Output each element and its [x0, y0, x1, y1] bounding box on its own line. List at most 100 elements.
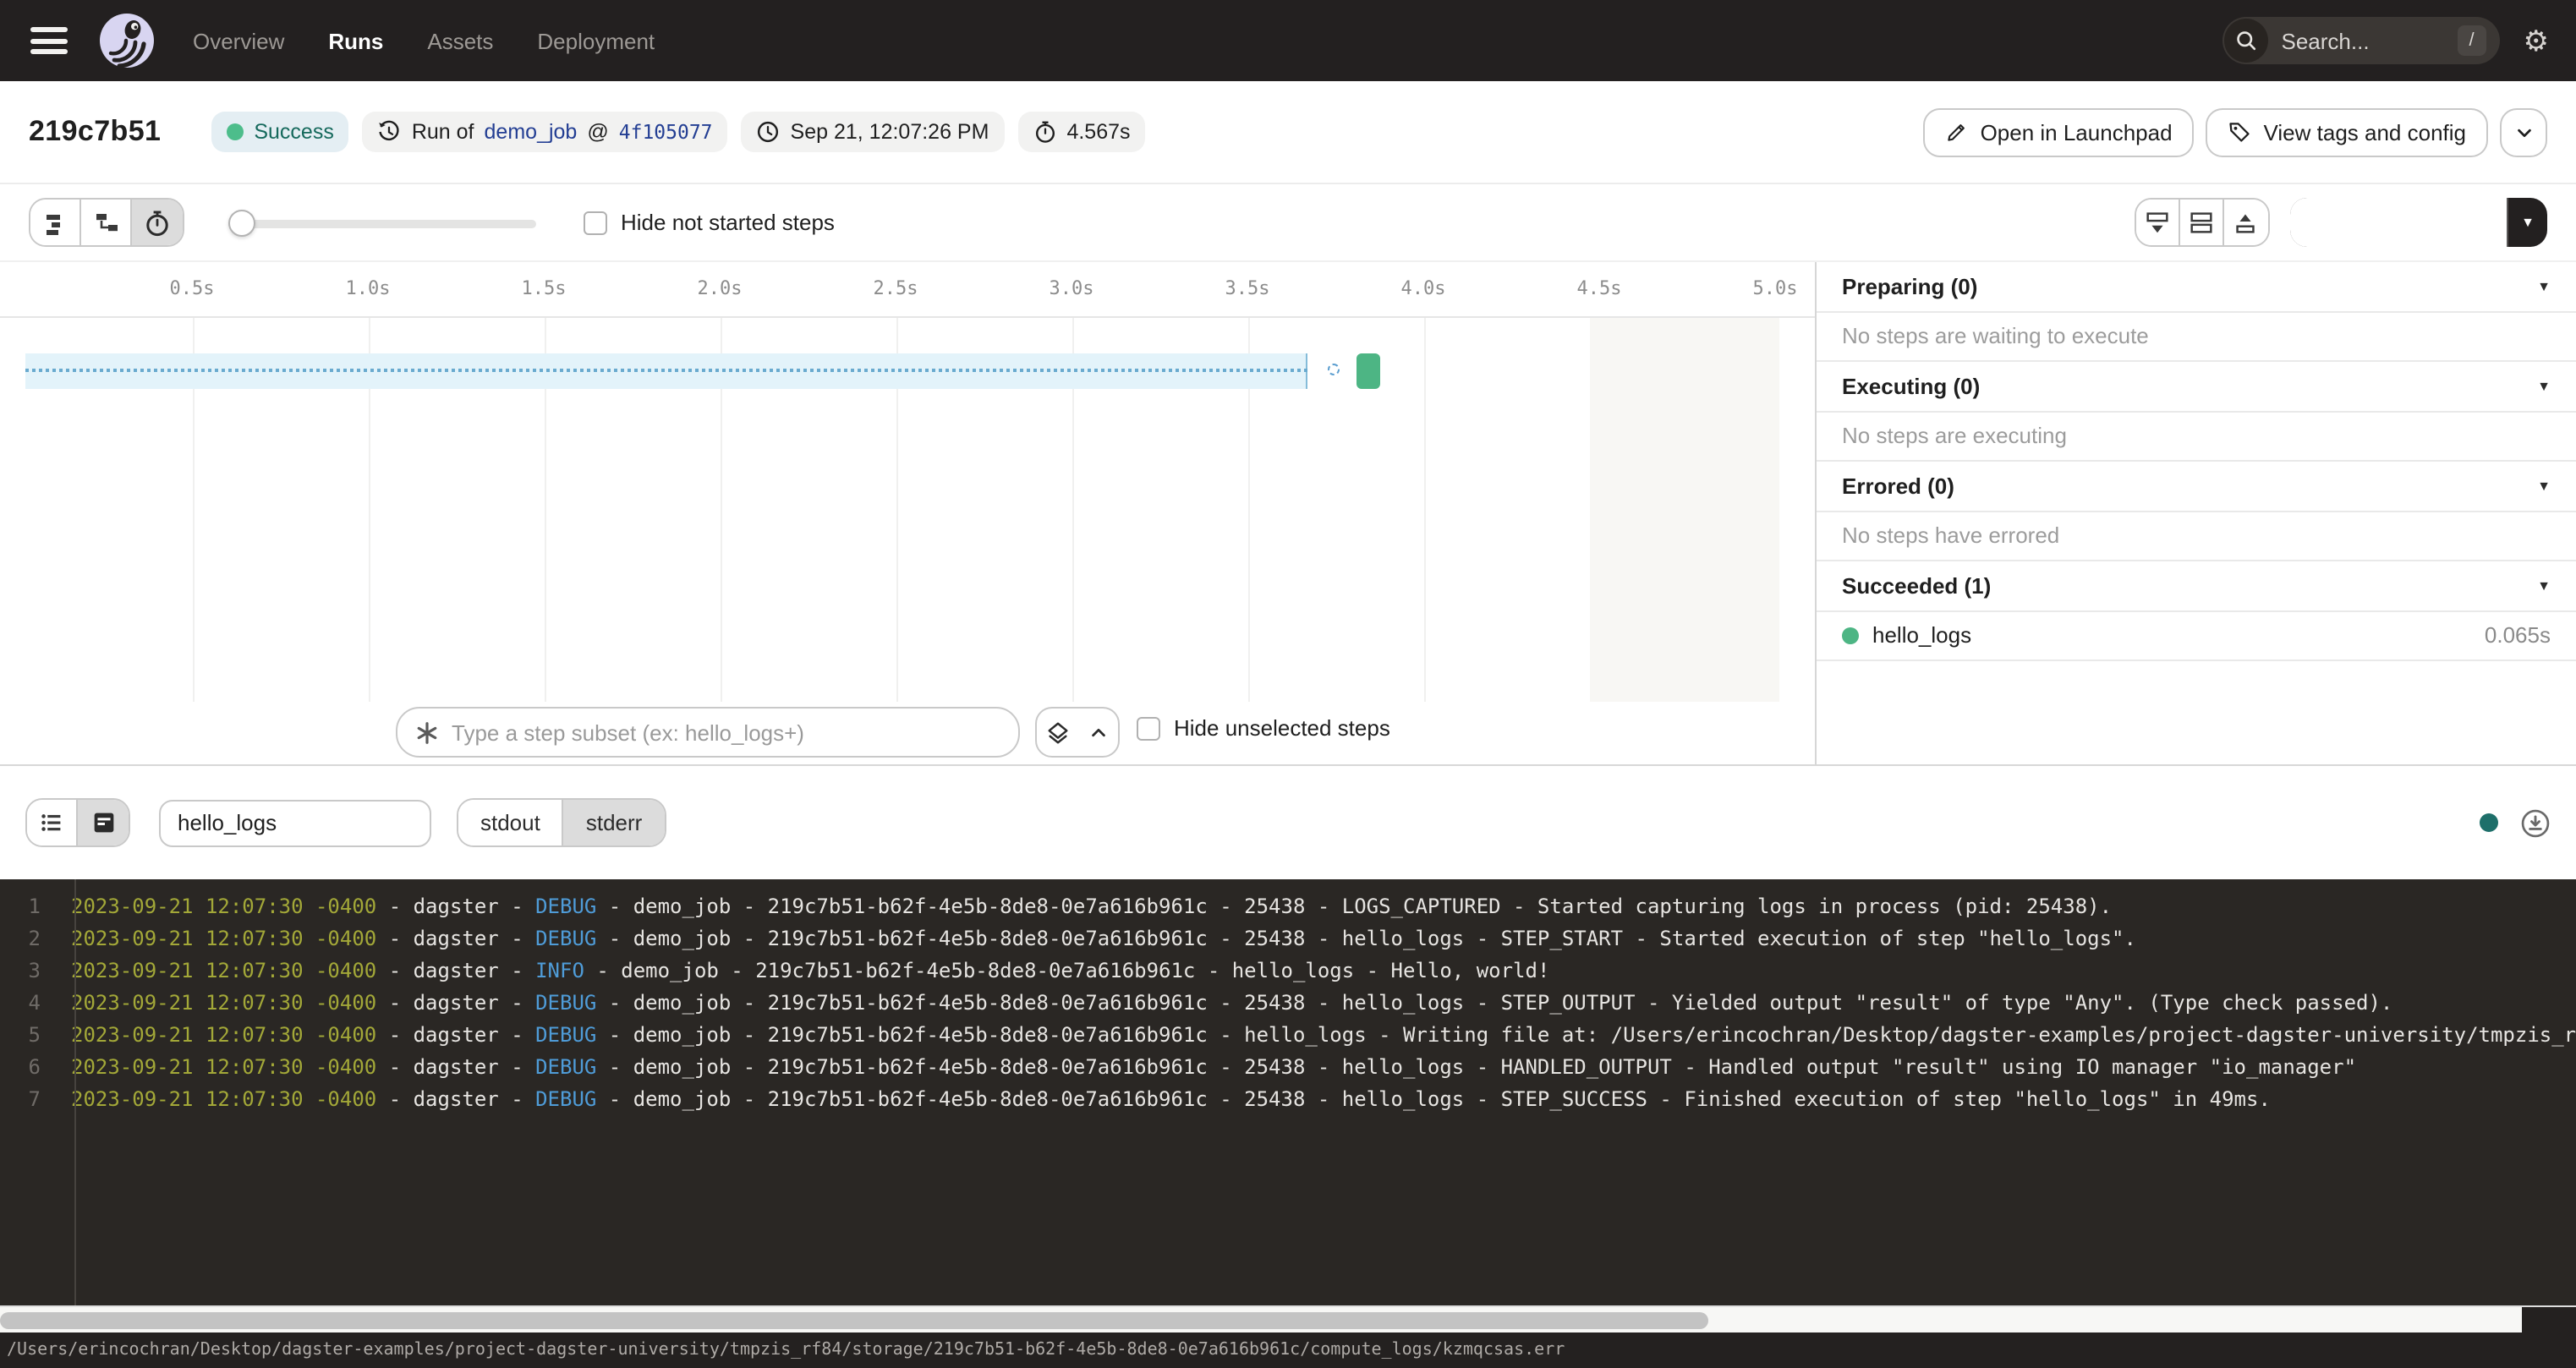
- step-status-panel: Preparing (0)▼No steps are waiting to ex…: [1815, 262, 2576, 764]
- line-text: 2023-09-21 12:07:30 -0400 - dagster - IN…: [58, 955, 1549, 988]
- run-tags: Success Run of demo_job @ 4f105077 Sep 2…: [211, 112, 1145, 152]
- line-text: 2023-09-21 12:07:30 -0400 - dagster - DE…: [58, 1020, 2576, 1052]
- flat-view-button[interactable]: [30, 200, 81, 245]
- step-subset-row: Type a step subset (ex: hello_logs+) Hid…: [0, 702, 1815, 764]
- zoom-slider[interactable]: [228, 209, 536, 236]
- hide-not-started-checkbox[interactable]: Hide not started steps: [584, 210, 835, 235]
- axis-tick: 4.5s: [1565, 277, 1633, 299]
- line-number: 5: [0, 1020, 58, 1052]
- gantt-chart: 0.5s1.0s1.5s2.0s2.5s3.0s3.5s4.0s4.5s5.0s…: [0, 262, 1815, 764]
- chevron-down-icon: [2514, 123, 2533, 141]
- log-toolbar: stdoutstderr: [0, 764, 2576, 879]
- log-toolbar-right: [2480, 807, 2551, 838]
- split-panes-button[interactable]: [2179, 200, 2223, 245]
- log-line: 72023-09-21 12:07:30 -0400 - dagster - D…: [0, 1084, 2576, 1116]
- nav-links: Overview Runs Assets Deployment: [193, 28, 655, 53]
- panel-section-header[interactable]: Preparing (0)▼: [1817, 262, 2576, 312]
- run-main-area: 0.5s1.0s1.5s2.0s2.5s3.0s3.5s4.0s4.5s5.0s…: [0, 262, 2576, 764]
- axis-tick: 3.0s: [1038, 277, 1105, 299]
- checkbox-icon[interactable]: [1137, 716, 1160, 740]
- nav-item-overview[interactable]: Overview: [193, 28, 284, 53]
- scrollbar-thumb[interactable]: [0, 1312, 1708, 1329]
- checkbox-icon[interactable]: [584, 211, 607, 234]
- caret-down-icon: ▼: [2537, 578, 2551, 594]
- job-link[interactable]: demo_job: [485, 120, 578, 144]
- download-log-icon[interactable]: [2520, 807, 2551, 838]
- op-selector-icon: [414, 720, 440, 745]
- search-input[interactable]: Search... /: [2222, 17, 2500, 64]
- gantt-layout-tools: Re-execute all (*) ▼: [2134, 198, 2547, 247]
- log-horizontal-scrollbar[interactable]: [0, 1305, 2576, 1332]
- log-file-path: /Users/erincochran/Desktop/dagster-examp…: [7, 1341, 1565, 1360]
- log-filter-input[interactable]: [159, 799, 431, 846]
- nav-item-runs[interactable]: Runs: [328, 28, 383, 53]
- gear-icon[interactable]: ⚙: [2524, 26, 2550, 55]
- layers-icon[interactable]: [1037, 709, 1077, 756]
- more-run-actions-button[interactable]: [2500, 107, 2547, 156]
- expand-bottom-pane-button[interactable]: [2223, 200, 2267, 245]
- open-in-launchpad-button[interactable]: Open in Launchpad: [1923, 107, 2195, 156]
- top-nav: Overview Runs Assets Deployment Search... /…: [0, 0, 2576, 81]
- tab-stdout[interactable]: stdout: [458, 800, 564, 845]
- search-icon: [2224, 19, 2268, 63]
- step-status-dot-icon: [1842, 627, 1859, 644]
- panel-section-header[interactable]: Executing (0)▼: [1817, 362, 2576, 412]
- status-badge: Success: [211, 112, 349, 152]
- tab-stderr[interactable]: stderr: [564, 800, 664, 845]
- log-lines: 12023-09-21 12:07:30 -0400 - dagster - D…: [0, 879, 2576, 1116]
- timed-view-button[interactable]: [132, 200, 183, 245]
- caret-down-icon: ▼: [2537, 479, 2551, 494]
- dagster-logo[interactable]: [98, 12, 156, 69]
- zoom-slider-track[interactable]: [228, 219, 536, 227]
- reexecute-dropdown-button[interactable]: ▼: [2507, 198, 2547, 247]
- zoom-slider-handle[interactable]: [228, 209, 255, 236]
- capture-status-icon: [2480, 813, 2498, 832]
- gutter-divider: [74, 879, 76, 1305]
- waterfall-view-button[interactable]: [81, 200, 132, 245]
- axis-tick: 1.0s: [334, 277, 402, 299]
- dagster-run-page: Overview Runs Assets Deployment Search... /…: [0, 0, 2576, 1368]
- section-title: Succeeded (1): [1842, 573, 1991, 599]
- gantt-canvas[interactable]: [0, 318, 1815, 702]
- log-line: 22023-09-21 12:07:30 -0400 - dagster - D…: [0, 923, 2576, 955]
- hide-unselected-checkbox[interactable]: Hide unselected steps: [1137, 715, 1390, 741]
- collapse-subset-chevron-up-icon[interactable]: [1077, 709, 1118, 756]
- stdout-stderr-tabs: stdoutstderr: [457, 798, 666, 847]
- duration-tag: 4.567s: [1017, 112, 1145, 152]
- structured-log-view-button[interactable]: [27, 800, 78, 845]
- axis-tick: 3.5s: [1214, 277, 1281, 299]
- section-empty-message: No steps have errored: [1817, 512, 2576, 561]
- step-duration: 0.065s: [2485, 623, 2551, 648]
- search-shortcut-badge: /: [2458, 25, 2486, 56]
- log-line: 32023-09-21 12:07:30 -0400 - dagster - I…: [0, 955, 2576, 988]
- panel-section-header[interactable]: Succeeded (1) ▼: [1817, 561, 2576, 611]
- nav-item-deployment[interactable]: Deployment: [537, 28, 655, 53]
- nav-item-assets[interactable]: Assets: [427, 28, 493, 53]
- log-file-status-bar: /Users/erincochran/Desktop/dagster-examp…: [0, 1332, 2576, 1368]
- axis-tick: 5.0s: [1741, 277, 1809, 299]
- clock-icon: [757, 120, 781, 144]
- line-number: 7: [0, 1084, 58, 1116]
- raw-log-view-button[interactable]: [78, 800, 129, 845]
- step-subset-input[interactable]: Type a step subset (ex: hello_logs+): [396, 707, 1020, 758]
- section-title: Errored (0): [1842, 473, 1954, 499]
- collapse-bottom-pane-button[interactable]: [2135, 200, 2179, 245]
- line-number: 6: [0, 1052, 58, 1084]
- succeeded-step-row[interactable]: hello_logs0.065s: [1817, 611, 2576, 661]
- axis-tick: 1.5s: [510, 277, 578, 299]
- run-of-tag: Run of demo_job @ 4f105077: [363, 112, 728, 152]
- caret-down-icon: ▼: [2537, 279, 2551, 294]
- hamburger-menu-icon[interactable]: [30, 27, 68, 54]
- timestamp-tag: Sep 21, 12:07:26 PM: [742, 112, 1005, 152]
- step-execution-bar[interactable]: [1357, 353, 1380, 389]
- panel-section-header[interactable]: Errored (0) ▼: [1817, 462, 2576, 512]
- section-empty-message: No steps are executing: [1817, 412, 2576, 462]
- log-line: 42023-09-21 12:07:30 -0400 - dagster - D…: [0, 988, 2576, 1020]
- reexecute-all-button[interactable]: Re-execute all (*) ▼: [2289, 198, 2547, 247]
- gantt-view-mode-toggle: [29, 198, 184, 247]
- commit-link[interactable]: 4f105077: [619, 120, 713, 144]
- axis-tick: 4.0s: [1389, 277, 1457, 299]
- caret-down-icon: ▼: [2537, 379, 2551, 394]
- axis-tick: 2.0s: [686, 277, 754, 299]
- view-tags-config-button[interactable]: View tags and config: [2206, 107, 2488, 156]
